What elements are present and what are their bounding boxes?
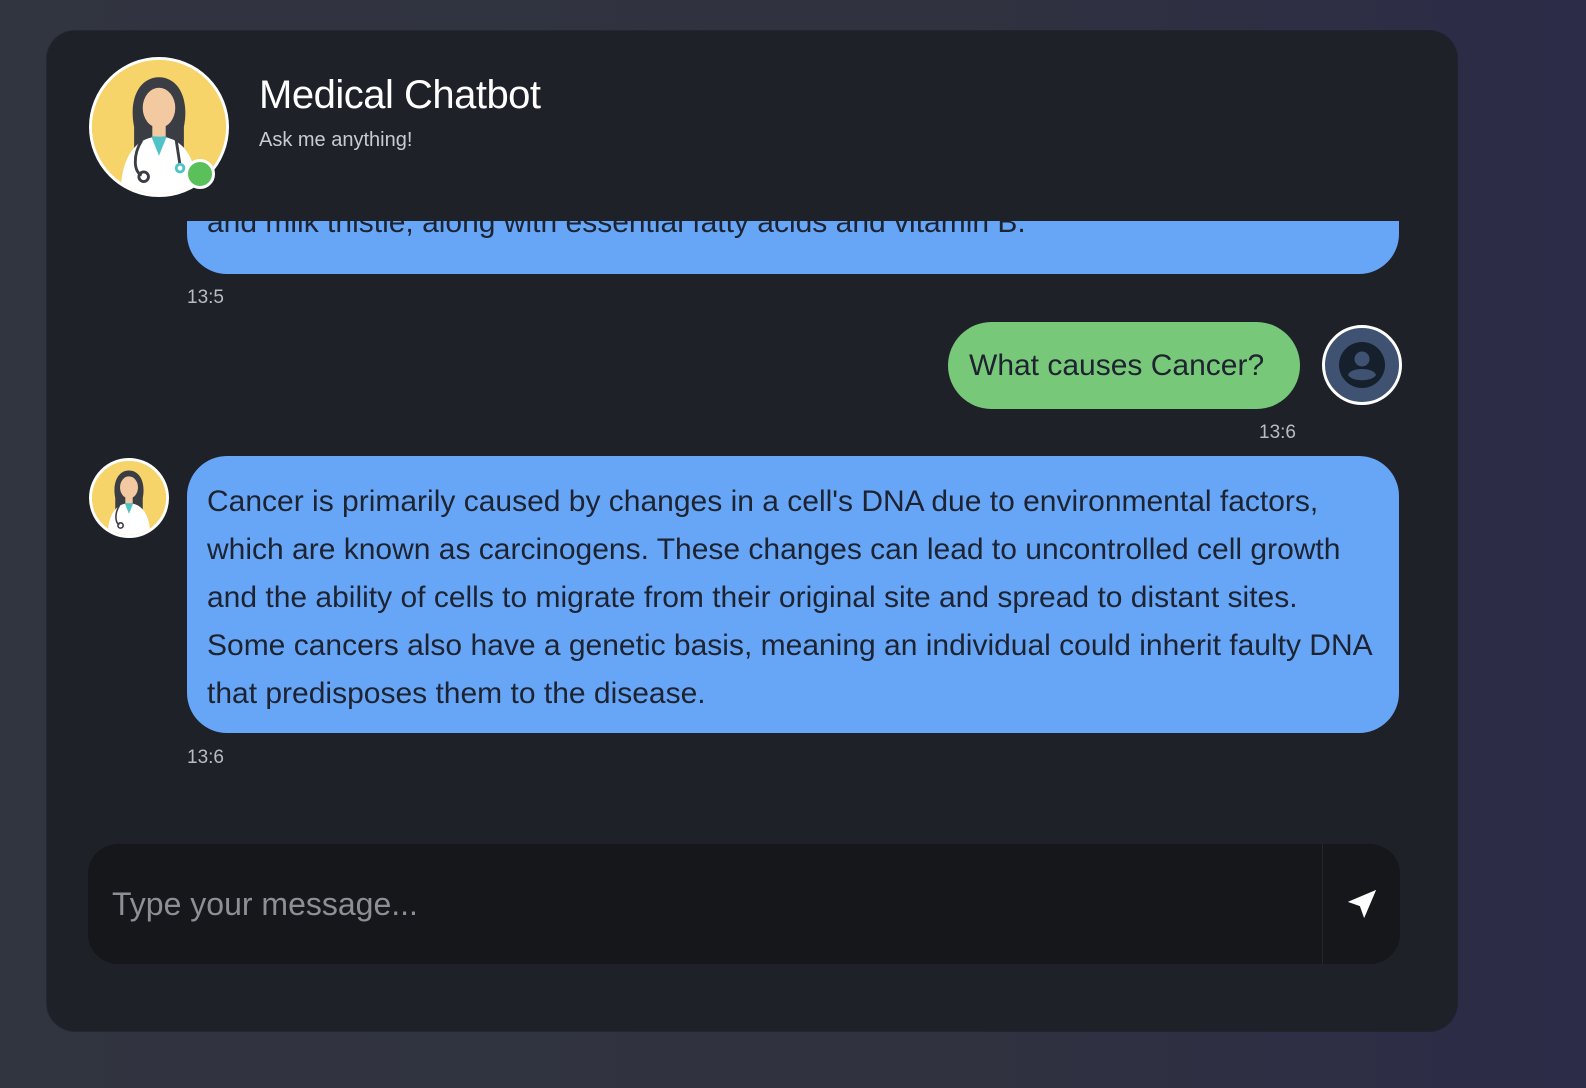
page-subtitle: Ask me anything! (259, 129, 413, 151)
message-text: What causes Cancer? (969, 348, 1265, 382)
message-list[interactable]: and milk thistle, along with essential f… (47, 221, 1457, 841)
message-text: Cancer is primarily caused by changes in… (207, 485, 1371, 710)
chat-header: Medical Chatbot Ask me anything! (47, 31, 1457, 221)
send-icon (1347, 889, 1376, 919)
bot-avatar (89, 458, 169, 538)
page-title: Medical Chatbot (259, 73, 541, 117)
online-status-dot (185, 159, 215, 189)
doctor-avatar-icon (92, 461, 166, 535)
message-time: 13:6 (1259, 422, 1296, 443)
message-text: and milk thistle, along with essential f… (207, 221, 1026, 239)
send-button[interactable] (1322, 844, 1400, 964)
user-icon (1339, 342, 1385, 388)
bot-message: Cancer is primarily caused by changes in… (187, 456, 1399, 733)
message-time: 13:5 (187, 287, 224, 308)
message-composer (88, 844, 1400, 964)
chat-window: and milk thistle, along with essential f… (47, 31, 1457, 1031)
bot-message: and milk thistle, along with essential f… (187, 221, 1399, 274)
user-message: What causes Cancer? (948, 322, 1300, 409)
user-avatar (1322, 325, 1402, 405)
message-time: 13:6 (187, 747, 224, 768)
message-input[interactable] (88, 844, 1322, 964)
